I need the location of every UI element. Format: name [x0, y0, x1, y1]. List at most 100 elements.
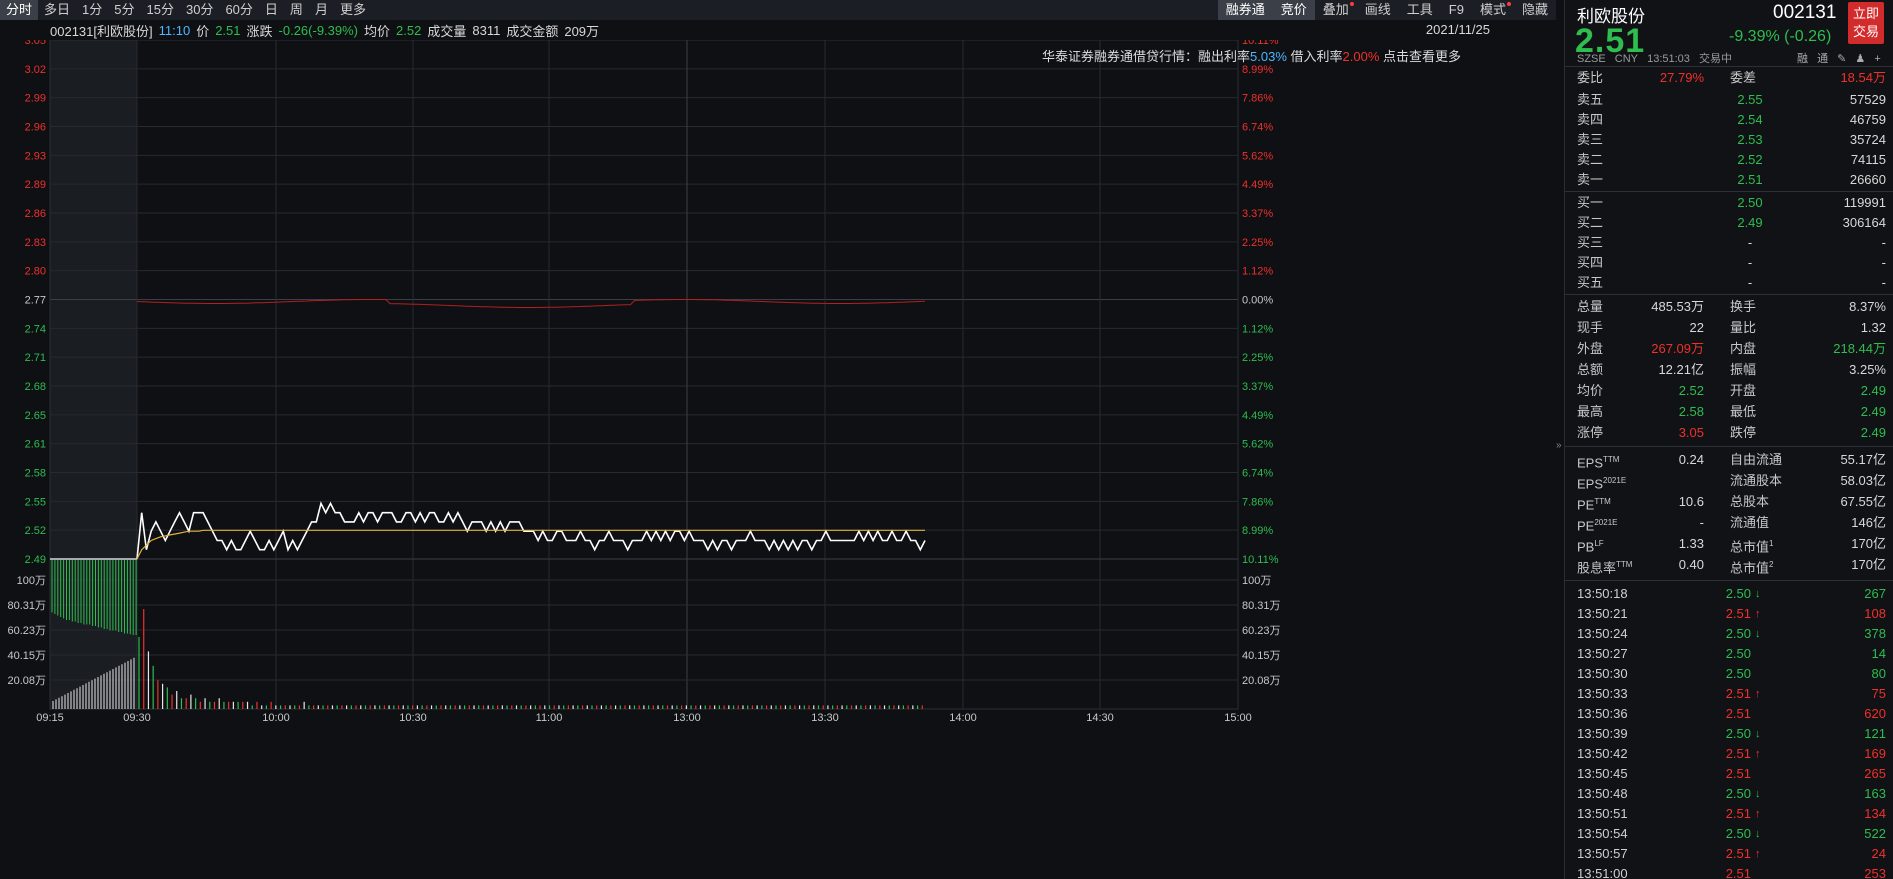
price-tick-label: 2.93	[25, 150, 46, 162]
tool-button[interactable]: 竞价	[1272, 0, 1315, 20]
amount-value: 209万	[564, 23, 600, 39]
volume-tick-label: 60.23万	[1242, 625, 1281, 637]
avg-value: 2.52	[396, 22, 422, 38]
tick-row: 13:50:27 2.50 14	[1565, 644, 1893, 664]
price-label: 价	[196, 23, 210, 39]
tick-row: 13:51:00 2.51 253	[1565, 864, 1893, 879]
tick-time: 13:50:42	[1577, 746, 1628, 761]
currency: CNY	[1614, 53, 1639, 65]
bid-volume: 306164	[1842, 215, 1886, 230]
panel-collapse-icon[interactable]: »	[1556, 440, 1564, 451]
stat-label: 量比	[1730, 320, 1757, 335]
tool-button[interactable]: 工具	[1399, 0, 1441, 20]
stat-label: 总额	[1577, 362, 1604, 377]
tick-price: 2.51	[1725, 766, 1751, 781]
tick-price: 2.51	[1725, 706, 1751, 721]
pct-tick-label: 4.49%	[1242, 410, 1273, 422]
fundamental-label: 总市值2	[1730, 560, 1774, 576]
tick-time: 13:50:27	[1577, 646, 1628, 661]
weicha-value: 18.54万	[1840, 70, 1886, 85]
ask-volume: 46759	[1849, 112, 1886, 127]
stat-value: 3.05	[1678, 425, 1704, 440]
stat-label: 内盘	[1730, 341, 1757, 356]
fundamental-sup: TTM	[1594, 497, 1611, 506]
pencil-icon[interactable]: ✎	[1837, 53, 1846, 65]
tick-volume: 108	[1864, 606, 1886, 621]
auction-zone	[50, 40, 137, 709]
ask-price: 2.54	[1737, 112, 1763, 127]
tick-volume: 121	[1864, 726, 1886, 741]
tick-row: 13:50:57 2.51 ↑ 24	[1565, 844, 1893, 864]
pct-tick-label: 6.74%	[1242, 468, 1273, 480]
tool-button[interactable]: 模式	[1472, 0, 1514, 20]
period-tab[interactable]: 周	[284, 0, 309, 20]
fundamental-value: 1.33	[1678, 536, 1704, 551]
person-icon[interactable]: ♟	[1855, 53, 1865, 65]
tool-button[interactable]: 画线	[1357, 0, 1399, 20]
stat-label: 振幅	[1730, 362, 1757, 377]
panel-row: 总量 485.53万 换手 8.37%	[1565, 297, 1893, 317]
panel-row: PETTM 10.6 总股本 67.55亿	[1565, 492, 1893, 512]
price-tick-label: 2.58	[25, 468, 46, 480]
panel-row: 买二 2.49 306164	[1565, 213, 1893, 233]
tick-time: 13:50:24	[1577, 626, 1628, 641]
time-tick-label: 09:30	[123, 712, 151, 724]
volume-tick-label: 40.15万	[1242, 650, 1281, 662]
pct-tick-label: 5.62%	[1242, 150, 1273, 162]
tool-button[interactable]: 叠加	[1315, 0, 1357, 20]
volume-tick-label: 100万	[1242, 575, 1271, 587]
panel-row: 买四 - -	[1565, 253, 1893, 273]
stat-value: 267.09万	[1651, 341, 1704, 356]
stat-label: 最低	[1730, 404, 1757, 419]
tool-button[interactable]: 融券通	[1217, 0, 1273, 20]
stat-value: 2.49	[1860, 383, 1886, 398]
period-tab[interactable]: 60分	[219, 0, 258, 20]
securities-lending-promo[interactable]: 华泰证券融券通借贷行情：融出利率5.03% 借入利率2.00% 点击查看更多	[1042, 46, 1461, 65]
panel-row: 委比 27.79% 委差 18.54万	[1565, 68, 1893, 88]
time-tick-label: 15:00	[1224, 712, 1252, 724]
ask-price: 2.51	[1737, 172, 1763, 187]
period-tab[interactable]: 多日	[38, 0, 76, 20]
price-tick-label: 2.52	[25, 525, 46, 537]
promo-more-link[interactable]: 点击查看更多	[1383, 49, 1461, 64]
pct-tick-label: 1.12%	[1242, 323, 1273, 335]
tool-button[interactable]: F9	[1441, 0, 1472, 20]
tick-volume: 620	[1864, 706, 1886, 721]
fundamental-sup: TTM	[1616, 560, 1633, 569]
tick-time: 13:50:54	[1577, 826, 1628, 841]
time-tick-label: 13:00	[673, 712, 701, 724]
volume-label: 成交量	[427, 23, 467, 39]
intraday-chart[interactable]: 3.05 3.02 2.99 2.96 2.93 2.89 2.86 2.83 2.80 2.77…	[0, 40, 1556, 879]
price-tick-label: 3.05	[25, 40, 46, 47]
margin-icon[interactable]: 融	[1797, 53, 1808, 65]
tick-volume: 14	[1871, 646, 1886, 661]
period-tab[interactable]: 1分	[76, 0, 108, 20]
period-tab[interactable]: 分时	[0, 0, 39, 20]
period-tab[interactable]: 30分	[180, 0, 219, 20]
ask-volume: 35724	[1849, 132, 1886, 147]
pct-tick-label: 2.25%	[1242, 237, 1273, 249]
stat-value: 3.25%	[1849, 362, 1886, 377]
pct-tick-label: 8.99%	[1242, 64, 1273, 76]
panel-row: EPSTTM 0.24 自由流通 55.17亿	[1565, 450, 1893, 470]
period-tab[interactable]: 日	[259, 0, 284, 20]
connect-icon[interactable]: 通	[1817, 53, 1828, 65]
trade-now-button[interactable]: 立即 交易	[1848, 2, 1884, 44]
tick-price: 2.50	[1725, 646, 1751, 661]
panel-row: 涨停 3.05 跌停 2.49	[1565, 423, 1893, 443]
tick-volume: 163	[1864, 786, 1886, 801]
period-tab[interactable]: 5分	[108, 0, 140, 20]
tick-row: 13:50:33 2.51 ↑ 75	[1565, 684, 1893, 704]
period-tab[interactable]: 15分	[141, 0, 180, 20]
pct-tick-label: 1.12%	[1242, 266, 1273, 278]
tick-row: 13:50:36 2.51 620	[1565, 704, 1893, 724]
arrow-up-icon: ↑	[1755, 748, 1761, 760]
price-tick-label: 2.80	[25, 266, 46, 278]
period-tab[interactable]: 更多	[334, 0, 372, 20]
fundamental-value: 146亿	[1851, 515, 1886, 530]
period-tab[interactable]: 月	[309, 0, 334, 20]
tool-button[interactable]: 隐藏	[1514, 0, 1556, 20]
plus-icon[interactable]: +	[1874, 53, 1880, 65]
panel-row: 卖一 2.51 26660	[1565, 170, 1893, 190]
fundamental-label: EPS2021E	[1577, 476, 1627, 492]
